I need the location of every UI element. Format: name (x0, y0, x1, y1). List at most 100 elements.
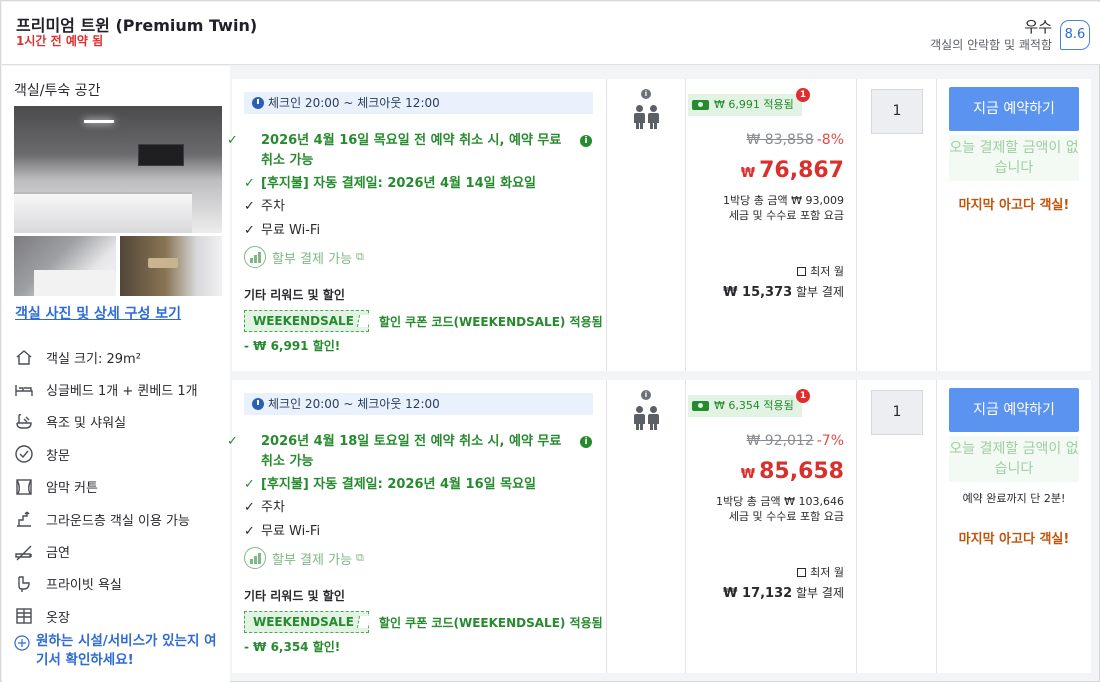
room-size-icon (16, 350, 32, 365)
check-icon: ✓ (244, 524, 255, 539)
installment-available[interactable]: 할부 결제 가능 ⧉ (244, 547, 364, 569)
info-icon[interactable]: i (641, 89, 651, 99)
external-link-icon: ⧉ (356, 250, 364, 263)
installment-icon (244, 547, 266, 569)
check-icon: ✓ (244, 223, 255, 238)
amenity-blackout: 암막 커튼 (14, 471, 226, 503)
amenity-ground-floor: 그라운드층 객실 이용 가능 (14, 503, 226, 535)
coupon-row: WEEKENDSALE 할인 쿠폰 코드(WEEKENDSALE) 적용됨 (244, 611, 603, 633)
check-facilities-link[interactable]: 원하는 시설/서비스가 있는지 여기서 확인하세요! (14, 632, 226, 670)
offer-conditions: 체크인 20:00 ~ 체크아웃 12:00 ✓ 2026년 4월 18일 토요일… (227, 380, 607, 673)
coupon-code-tag: WEEKENDSALE (244, 310, 369, 332)
coupon-code-tag: WEEKENDSALE (244, 611, 369, 633)
amenity-wardrobe: 옷장 (14, 600, 226, 632)
installment-available[interactable]: 할부 결제 가능 ⧉ (244, 246, 364, 268)
promo-applied-badge: ₩ 6,991 적용됨 (688, 94, 802, 116)
two-adults-icon (634, 406, 660, 432)
info-icon[interactable]: i (580, 436, 592, 448)
final-price: ₩76,867 (740, 158, 844, 183)
occupancy: i (607, 79, 686, 371)
checkin-times: 체크인 20:00 ~ 체크아웃 12:00 (244, 92, 593, 114)
booking-cell: 지금 예약하기 오늘 결제할 금액이 없습니다 예약 완료까지 단 2분! 마지… (937, 380, 1091, 673)
check-icon: ✓ (244, 477, 255, 492)
room-photo-bathroom[interactable] (120, 236, 222, 296)
total-per-night: 1박당 총 금액 ₩ 93,009 (723, 194, 844, 207)
amenity-no-smoking: 금연 (14, 535, 226, 567)
room-sidebar: 객실/투숙 공간 객실 사진 및 상세 구성 보기 객실 크기: 29m² 싱글… (2, 66, 230, 682)
room-card: 프리미엄 트윈 (Premium Twin) 1시간 전 예약 됨 우수 객실의… (0, 0, 1100, 682)
book-now-button[interactable]: 지금 예약하기 (949, 388, 1079, 432)
plus-circle-icon (14, 635, 30, 651)
final-price: ₩85,658 (740, 459, 844, 484)
monthly-installment-label[interactable]: 최저 월 (797, 564, 844, 580)
coupon-applied-text: 할인 쿠폰 코드(WEEKENDSALE) 적용됨 (378, 314, 603, 329)
monthly-installment-label[interactable]: 최저 월 (797, 263, 844, 279)
free-wifi: ✓ 무료 Wi-Fi (244, 221, 320, 241)
book-now-button[interactable]: 지금 예약하기 (949, 87, 1079, 131)
clock-icon (252, 398, 264, 410)
promo-applied-badge: ₩ 6,354 적용됨 (688, 395, 802, 417)
promo-count-badge: 1 (796, 389, 810, 403)
monthly-installment-amount: ₩ 17,132 할부 결제 (723, 586, 844, 601)
monthly-installment-amount: ₩ 15,373 할부 결제 (723, 285, 844, 300)
original-price: ₩ 83,858 -8% (746, 132, 844, 148)
money-icon (692, 401, 709, 411)
quantity-cell: 1 (857, 380, 937, 673)
pay-later: ✓ [후지불] 자동 결제일: 2026년 4월 16일 목요일 (244, 475, 536, 495)
amenity-beds: 싱글베드 1개 + 퀸베드 1개 (14, 373, 226, 405)
tax-note: 세금 및 수수료 포함 요금 (728, 209, 844, 222)
checkin-times: 체크인 20:00 ~ 체크아웃 12:00 (244, 393, 593, 415)
offer-row: 체크인 20:00 ~ 체크아웃 12:00 ✓ 2026년 4월 18일 토요일… (227, 380, 1091, 673)
other-rewards-title: 기타 리워드 및 할인 (244, 288, 345, 302)
rating-score-badge[interactable]: 8.6 (1060, 20, 1090, 50)
bed-icon (15, 384, 33, 396)
rating-word: 우수 (1024, 18, 1052, 36)
recently-booked-note: 1시간 전 예약 됨 (16, 34, 104, 48)
room-quantity-select[interactable]: 1 (871, 89, 923, 134)
promo-count-badge: 1 (796, 88, 810, 102)
offer-conditions: 체크인 20:00 ~ 체크아웃 12:00 ✓ 2026년 4월 16일 목요일… (227, 79, 607, 371)
external-link-icon (797, 267, 807, 276)
price-block: ₩ 6,991 적용됨 1 ₩ 83,858 -8% ₩76,867 1박당 총 … (686, 79, 857, 371)
room-photo-bed[interactable] (14, 236, 116, 296)
clock-icon (252, 97, 264, 109)
coupon-row: WEEKENDSALE 할인 쿠폰 코드(WEEKENDSALE) 적용됨 (244, 310, 603, 332)
coupon-applied-text: 할인 쿠폰 코드(WEEKENDSALE) 적용됨 (378, 615, 603, 630)
sidebar-heading: 객실/투숙 공간 (14, 83, 101, 99)
parking: ✓ 주차 (244, 498, 285, 518)
check-icon: ✓ (227, 133, 238, 148)
external-link-icon: ⧉ (356, 551, 364, 564)
room-quantity-select[interactable]: 1 (871, 390, 923, 435)
check-icon: ✓ (244, 500, 255, 515)
last-room-alert: 마지막 아고다 객실! (958, 198, 1070, 213)
check-icon: ✓ (244, 176, 255, 191)
occupancy: i (607, 380, 686, 673)
last-room-alert: 마지막 아고다 객실! (958, 532, 1070, 547)
room-photo-main[interactable] (14, 106, 222, 233)
room-header: 프리미엄 트윈 (Premium Twin) 1시간 전 예약 됨 우수 객실의… (2, 2, 1100, 65)
external-link-icon (797, 568, 807, 577)
booking-cell: 지금 예약하기 오늘 결제할 금액이 없습니다 마지막 아고다 객실! (937, 79, 1091, 371)
ground-floor-icon (17, 511, 31, 527)
private-bathroom-icon (18, 576, 30, 592)
amenity-list: 객실 크기: 29m² 싱글베드 1개 + 퀸베드 1개 욕조 및 샤워실 창문… (14, 341, 226, 633)
offer-row: 체크인 20:00 ~ 체크아웃 12:00 ✓ 2026년 4월 16일 목요일… (227, 79, 1091, 371)
pay-nothing-today: 오늘 결제할 금액이 없습니다 (949, 135, 1079, 181)
other-rewards-title: 기타 리워드 및 할인 (244, 589, 345, 603)
room-photos-link[interactable]: 객실 사진 및 상세 구성 보기 (15, 303, 181, 323)
free-wifi: ✓ 무료 Wi-Fi (244, 522, 320, 542)
info-icon[interactable]: i (641, 390, 651, 400)
no-smoking-icon (15, 545, 32, 561)
info-icon[interactable]: i (580, 135, 592, 147)
amenity-bath: 욕조 및 샤워실 (14, 406, 226, 438)
original-price: ₩ 92,012 -7% (746, 433, 844, 449)
discount-amount: - ₩ 6,354 할인! (244, 640, 341, 654)
discount-amount: - ₩ 6,991 할인! (244, 339, 341, 353)
bath-shower-icon (16, 413, 32, 429)
window-icon (15, 445, 33, 464)
amenity-private-bath: 프라이빗 욕실 (14, 568, 226, 600)
wardrobe-icon (16, 608, 32, 625)
free-cancellation: ✓ 2026년 4월 16일 목요일 전 예약 취소 시, 예약 무료 취소 가능 (227, 133, 562, 168)
free-cancellation: ✓ 2026년 4월 18일 토요일 전 예약 취소 시, 예약 무료 취소 가능 (227, 434, 562, 469)
money-icon (692, 100, 709, 110)
